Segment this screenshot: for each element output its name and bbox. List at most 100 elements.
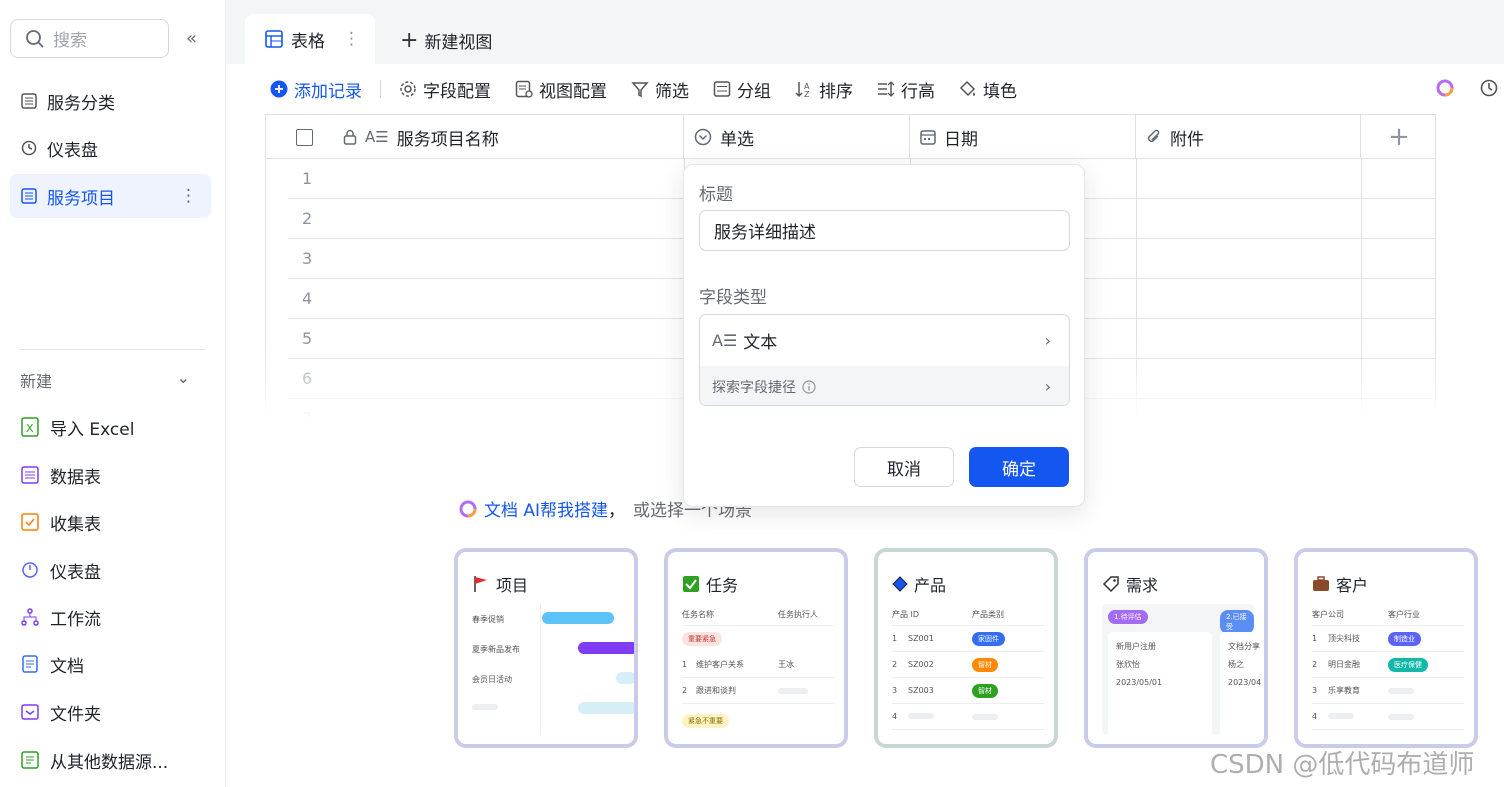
column-header-attachment[interactable]: 附件 bbox=[1136, 115, 1361, 159]
row-number: 3 bbox=[302, 249, 313, 268]
field-type-option[interactable]: A☰ 文本 › bbox=[700, 315, 1069, 366]
info-icon bbox=[802, 379, 816, 394]
preview-cell: 文档分享 bbox=[1228, 642, 1260, 651]
column-header-single-select[interactable]: 单选 bbox=[684, 115, 910, 159]
fill-color-label: 填色 bbox=[983, 81, 1017, 102]
filter-button[interactable]: 筛选 bbox=[631, 77, 689, 102]
form-icon bbox=[20, 512, 40, 532]
preview-cell: SZ003 bbox=[908, 686, 934, 695]
preview-row-label: 春季促销 bbox=[472, 615, 504, 624]
create-folder[interactable]: 文件夹 bbox=[20, 697, 101, 727]
fill-color-button[interactable]: 填色 bbox=[959, 77, 1017, 102]
ai-build-link[interactable]: 文档 AI帮我搭建 bbox=[484, 496, 608, 521]
template-card-customer[interactable]: 客户 客户公司 客户行业 1 顶尖科技 制造业 2 明日金融 医疗保健 3 乐享… bbox=[1294, 548, 1478, 748]
template-card-product[interactable]: 产品 产品 ID 产品类别 1 SZ001 家固件 2 SZ002 智材 3 S… bbox=[874, 548, 1058, 748]
explore-field-shortcuts[interactable]: 探索字段捷径 › bbox=[700, 366, 1069, 405]
create-dashboard[interactable]: 仪表盘 bbox=[20, 555, 101, 585]
row-height-label: 行高 bbox=[901, 81, 935, 102]
filter-label: 筛选 bbox=[655, 81, 689, 102]
template-card-requirement[interactable]: 需求 1.待评估 2.已接受 新用户注册 张欣怡 2023/05/01 文档分享… bbox=[1084, 548, 1268, 748]
select-all-checkbox[interactable] bbox=[296, 128, 313, 146]
cancel-button[interactable]: 取消 bbox=[854, 447, 954, 487]
more-icon[interactable]: ⋮ bbox=[343, 29, 360, 49]
sort-button[interactable]: AZ 排序 bbox=[795, 77, 853, 102]
column-header-primary[interactable]: A☰ 服务项目名称 bbox=[266, 115, 684, 159]
doc-icon bbox=[20, 654, 40, 674]
create-datatable[interactable]: 数据表 bbox=[20, 460, 101, 490]
field-type-value: 文本 bbox=[743, 333, 778, 353]
preview-row-label: 夏季新品发布 bbox=[472, 645, 520, 654]
preview-cell: 新用户注册 bbox=[1116, 642, 1156, 651]
field-config-label: 字段配置 bbox=[423, 81, 491, 102]
preview-cell: 王冰 bbox=[778, 660, 794, 669]
create-import-excel[interactable]: X 导入 Excel bbox=[20, 412, 134, 442]
new-section-header[interactable]: 新建 ⌄ bbox=[20, 368, 190, 392]
sidebar-item-dashboard[interactable]: 仪表盘 bbox=[10, 126, 211, 170]
field-config-button[interactable]: 字段配置 bbox=[399, 77, 491, 102]
sort-label: 排序 bbox=[819, 81, 853, 102]
template-card-task[interactable]: 任务 任务名称 任务执行人 重要紧急 1 维护客户关系 王冰 2 跟进和谈判 紧… bbox=[664, 548, 848, 748]
create-workflow[interactable]: 工作流 bbox=[20, 602, 101, 632]
create-from-datasource[interactable]: 从其他数据源... bbox=[20, 745, 168, 775]
gear-icon bbox=[399, 80, 417, 98]
create-doc[interactable]: 文档 bbox=[20, 649, 84, 679]
divider bbox=[20, 349, 205, 350]
paperclip-icon bbox=[1146, 128, 1162, 146]
datasource-icon bbox=[20, 750, 40, 770]
add-record-button[interactable]: 添加记录 bbox=[270, 77, 362, 102]
sidebar-item-service-category[interactable]: 服务分类 bbox=[10, 79, 211, 123]
create-item-label: 数据表 bbox=[50, 467, 101, 488]
group-button[interactable]: 分组 bbox=[713, 77, 771, 102]
search-input[interactable]: 搜索 bbox=[10, 19, 169, 58]
preview-cell: 2 bbox=[682, 686, 688, 695]
sidebar-item-service-project[interactable]: 服务项目 ⋮ bbox=[10, 174, 211, 218]
create-item-label: 导入 Excel bbox=[50, 419, 135, 440]
column-header-label: 附件 bbox=[1170, 129, 1204, 150]
preview-cell: 张欣怡 bbox=[1116, 660, 1140, 669]
template-card-project[interactable]: 项目 春季促销 夏季新品发布 会员日活动 bbox=[454, 548, 638, 748]
create-item-label: 文档 bbox=[50, 656, 84, 677]
title-label: 标题 bbox=[699, 185, 733, 205]
card-title: 任务 bbox=[682, 572, 738, 596]
card-title: 客户 bbox=[1312, 572, 1368, 596]
title-field[interactable]: 服务详细描述 bbox=[699, 210, 1070, 251]
table-icon bbox=[20, 187, 38, 205]
text-type-icon: A☰ bbox=[712, 331, 738, 350]
briefcase-icon bbox=[1312, 575, 1330, 593]
row-height-button[interactable]: 行高 bbox=[877, 77, 935, 102]
confirm-button[interactable]: 确定 bbox=[969, 447, 1069, 487]
row-number: 4 bbox=[302, 289, 313, 308]
group-icon bbox=[713, 80, 731, 98]
preview-cell: 1 bbox=[682, 660, 688, 669]
card-title: 项目 bbox=[472, 572, 528, 596]
tab-table[interactable]: 表格 ⋮ bbox=[245, 14, 375, 64]
category-tag: 智材 bbox=[972, 657, 998, 672]
calendar-icon bbox=[920, 129, 936, 145]
preview-cell: 明日金融 bbox=[1328, 660, 1360, 669]
create-item-label: 从其他数据源... bbox=[50, 752, 169, 773]
create-form[interactable]: 收集表 bbox=[20, 507, 101, 537]
view-config-button[interactable]: 视图配置 bbox=[515, 77, 607, 102]
datatable-icon bbox=[20, 465, 40, 485]
add-record-label: 添加记录 bbox=[294, 81, 362, 102]
chevron-down-icon: ⌄ bbox=[176, 368, 190, 387]
category-tag: 家固件 bbox=[972, 631, 1005, 646]
preview-header: 任务名称 bbox=[682, 610, 714, 619]
folder-icon bbox=[20, 702, 40, 722]
new-view-button[interactable]: + 新建视图 bbox=[400, 28, 492, 53]
preview-header: 客户公司 bbox=[1312, 610, 1344, 619]
column-header-date[interactable]: 日期 bbox=[910, 115, 1136, 159]
category-tag: 智材 bbox=[972, 683, 998, 698]
collapse-sidebar-icon[interactable]: « bbox=[186, 28, 197, 49]
industry-tag: 制造业 bbox=[1388, 631, 1421, 646]
more-icon[interactable]: ⋮ bbox=[180, 186, 197, 206]
card-title-label: 需求 bbox=[1126, 576, 1159, 595]
preview-cell: 乐享教育 bbox=[1328, 686, 1360, 695]
preview-cell: 2023/04 bbox=[1228, 678, 1262, 687]
card-preview: 春季促销 夏季新品发布 会员日活动 bbox=[472, 604, 634, 734]
priority-tag: 紧急不重要 bbox=[682, 714, 729, 728]
history-icon[interactable] bbox=[1479, 78, 1499, 103]
filter-icon bbox=[631, 80, 649, 98]
add-column-button[interactable]: + bbox=[1361, 115, 1435, 159]
ai-assistant-icon[interactable] bbox=[1435, 78, 1455, 103]
